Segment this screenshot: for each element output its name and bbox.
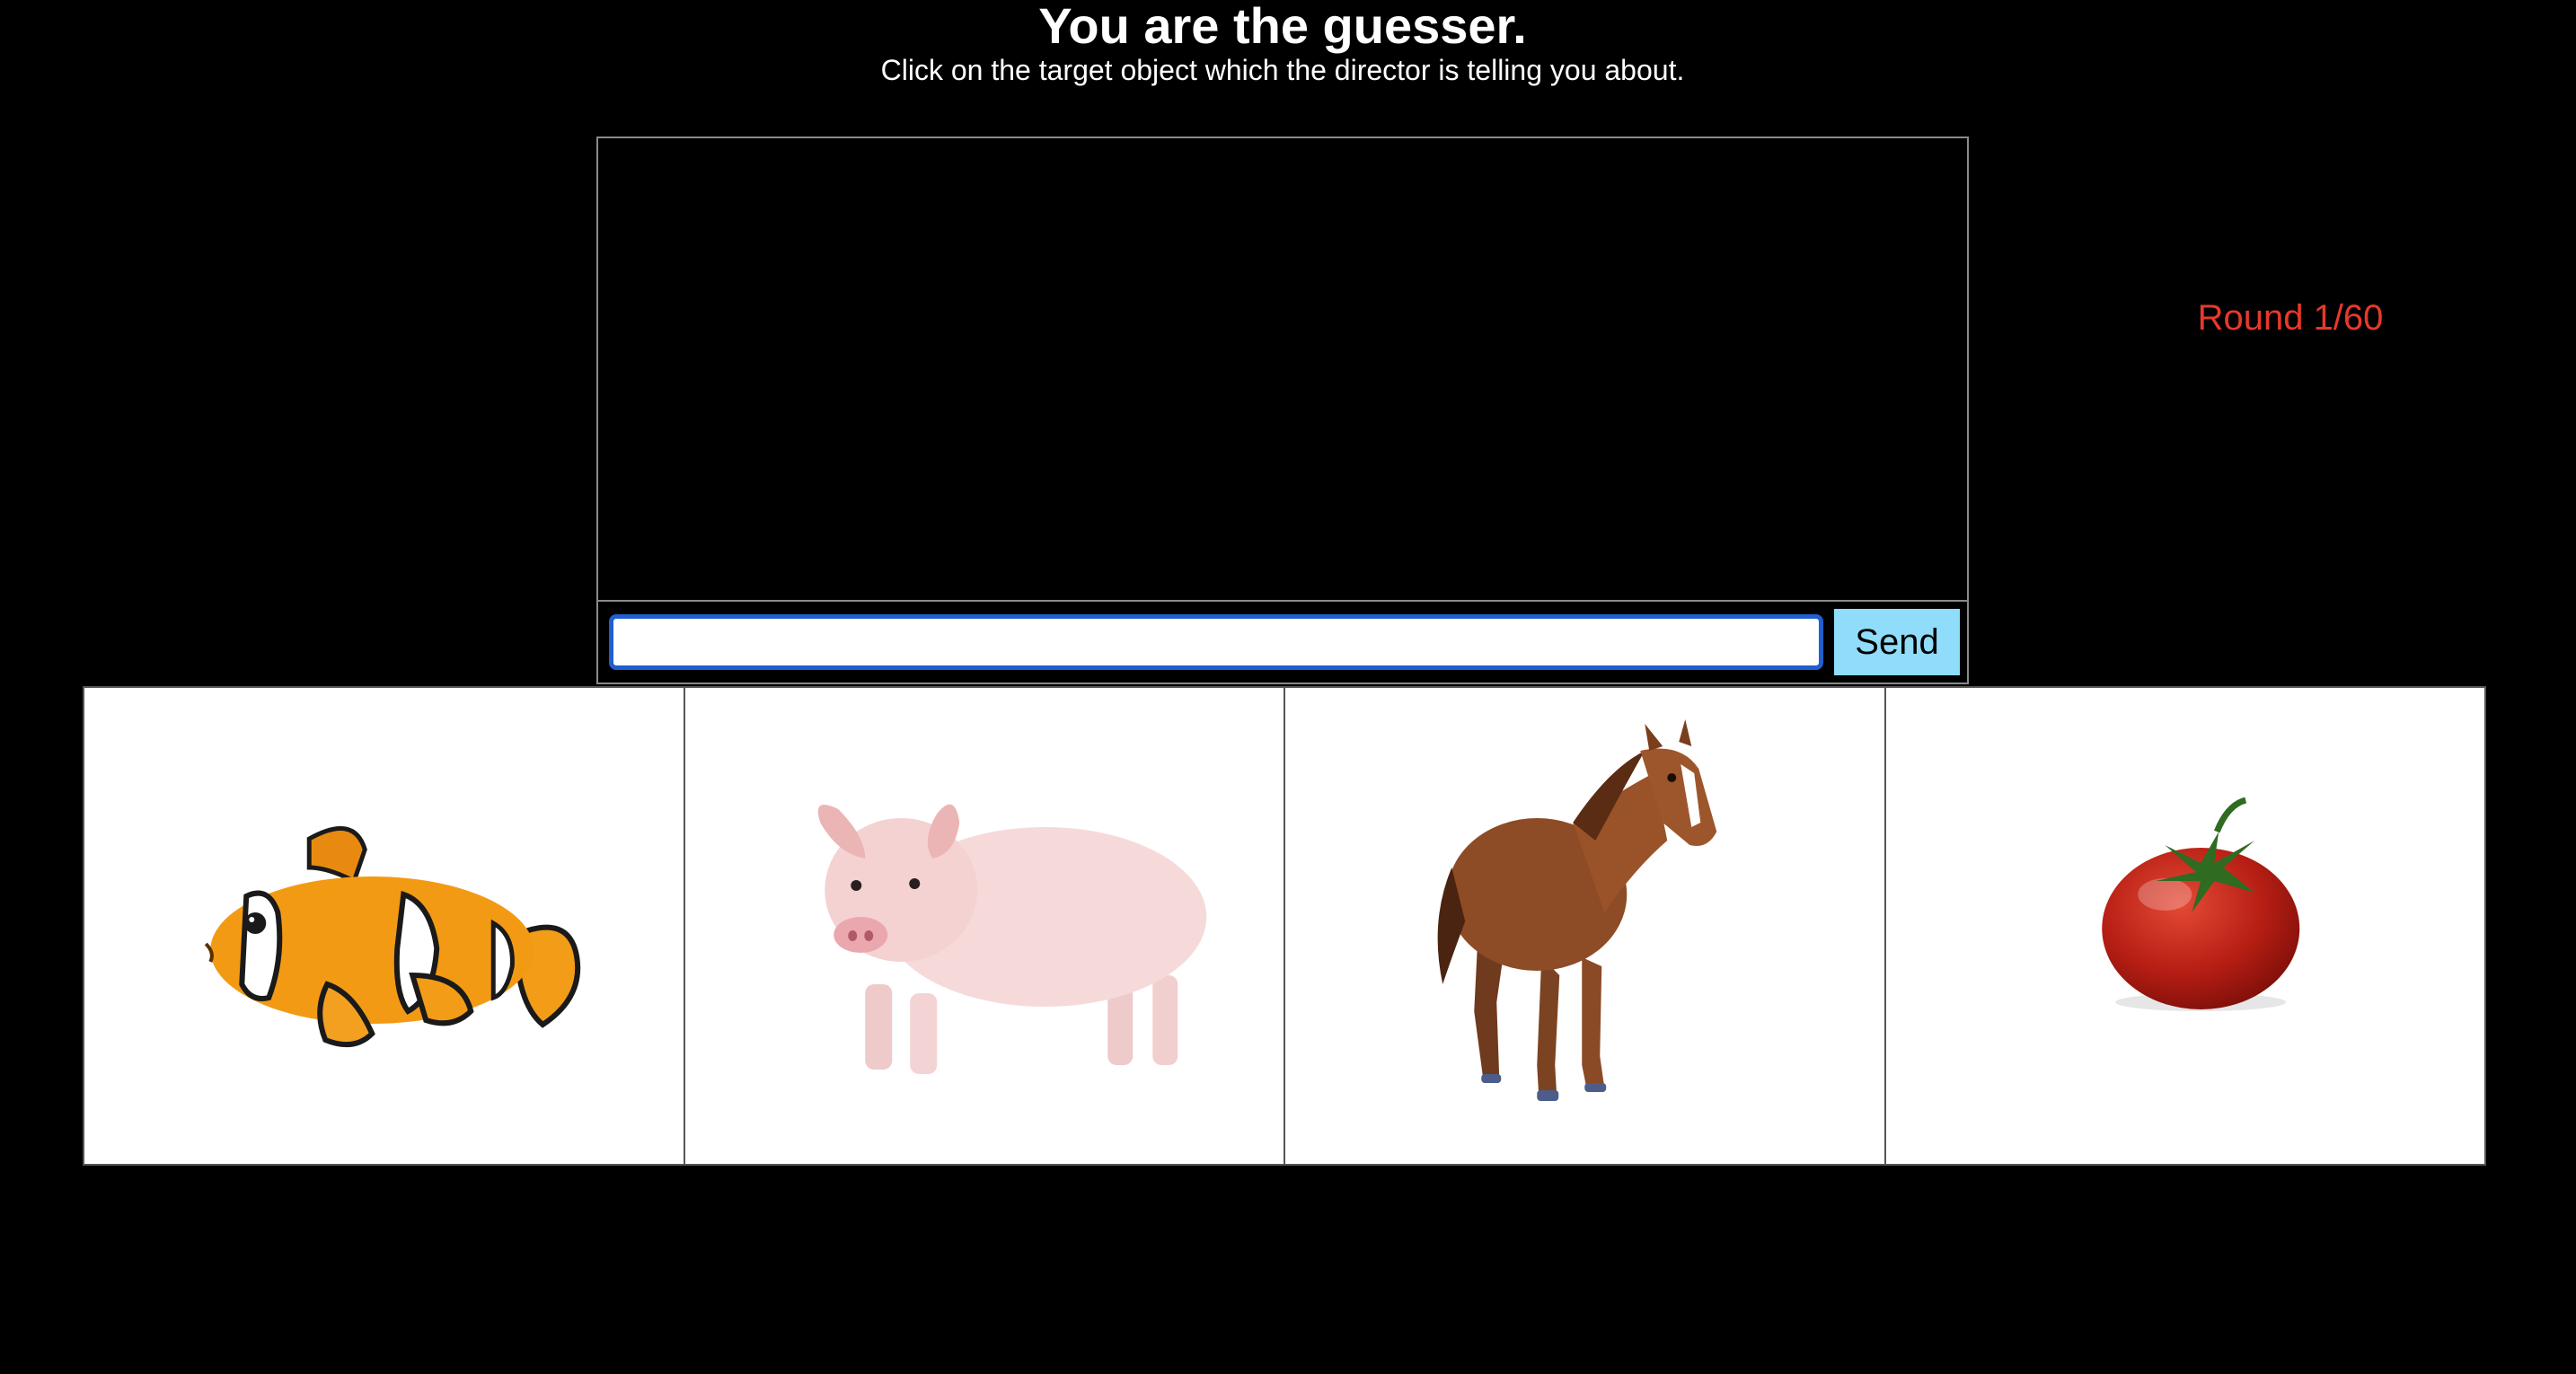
round-counter: Round 1/60	[2197, 298, 2384, 338]
object-card-pig[interactable]	[684, 688, 1285, 1164]
chat-input-bar: Send	[596, 602, 1969, 684]
chat-message-input[interactable]	[609, 614, 1823, 670]
tomato-icon	[2101, 797, 2299, 1011]
send-button[interactable]: Send	[1834, 609, 1960, 675]
object-card-clownfish[interactable]	[84, 688, 685, 1164]
game-page: You are the guesser. Click on the target…	[0, 0, 2576, 1374]
pig-icon	[817, 804, 1206, 1074]
chat-log[interactable]	[596, 137, 1969, 602]
horse-icon	[1437, 719, 1717, 1101]
object-grid	[83, 686, 2486, 1166]
page-title: You are the guesser.	[1038, 0, 1527, 54]
object-card-horse[interactable]	[1285, 688, 1886, 1164]
clownfish-icon	[204, 825, 581, 1048]
page-instructions: Click on the target object which the dir…	[880, 54, 1685, 86]
object-card-tomato[interactable]	[1885, 688, 2484, 1164]
